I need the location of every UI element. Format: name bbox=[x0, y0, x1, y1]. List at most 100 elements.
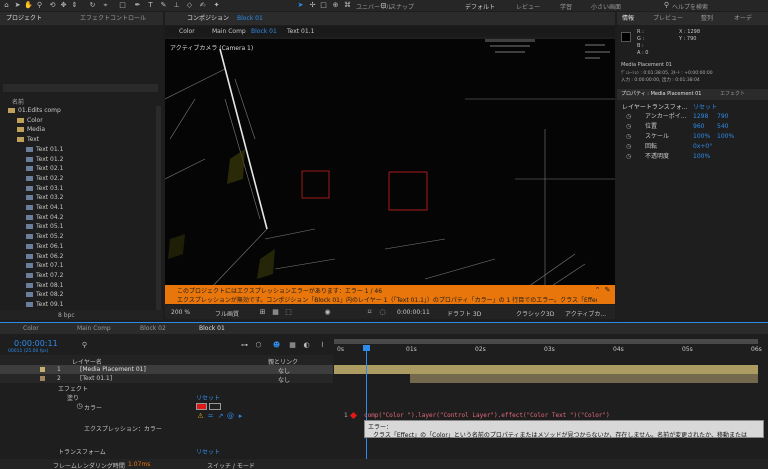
project-item[interactable]: Text 02.1 bbox=[0, 164, 155, 174]
show-snapshot-icon[interactable]: ◌ bbox=[378, 308, 387, 317]
brush-tool-icon[interactable]: ✎ bbox=[159, 1, 168, 10]
tab-info[interactable]: 情報 bbox=[622, 12, 634, 25]
workspace-learn[interactable]: 学習 bbox=[560, 2, 572, 11]
clone-stamp-icon[interactable]: ⊥ bbox=[172, 1, 181, 10]
property-value-1[interactable]: 100% bbox=[693, 132, 710, 142]
property-value-1[interactable]: 1298 bbox=[693, 112, 708, 122]
snapshot-icon[interactable]: ⌑ bbox=[365, 308, 374, 317]
renderer-dropdown[interactable]: クラシック3D bbox=[516, 309, 554, 318]
track-2[interactable] bbox=[410, 374, 758, 383]
project-item[interactable]: Text 01.2 bbox=[0, 155, 155, 165]
stopwatch-icon[interactable]: ◷ bbox=[626, 132, 631, 142]
property-row[interactable]: ◷ アンカーポイ... 1298 790 bbox=[617, 112, 768, 122]
rectangle-tool-icon[interactable]: □ bbox=[118, 1, 127, 10]
tab-project[interactable]: プロジェクト bbox=[6, 12, 42, 25]
track-1[interactable] bbox=[334, 365, 758, 374]
move-tool-icon[interactable]: ✥ bbox=[59, 1, 68, 10]
project-item[interactable]: Color bbox=[0, 116, 155, 126]
playhead-handle[interactable] bbox=[363, 345, 370, 351]
project-search-input[interactable] bbox=[3, 84, 158, 92]
frame-blend-icon[interactable]: ▦ bbox=[288, 341, 297, 350]
snap-checkbox[interactable] bbox=[381, 3, 386, 8]
project-item[interactable]: Text 04.2 bbox=[0, 213, 155, 223]
layer-2-parent[interactable]: なし bbox=[278, 375, 290, 384]
tab-preview[interactable]: プレビュー bbox=[653, 12, 683, 25]
property-value-2[interactable]: 540 bbox=[717, 122, 728, 132]
tl-reset1[interactable]: リセット bbox=[196, 393, 220, 402]
tab-effects[interactable]: エフェクト bbox=[720, 89, 745, 101]
stopwatch-icon[interactable]: ◷ bbox=[626, 152, 631, 162]
tab-properties[interactable]: プロパティ : Media Placement 01 bbox=[621, 89, 702, 101]
layer-row-1[interactable]: 1 [Media Placement 01] なし bbox=[0, 365, 333, 375]
expression-pickwhip-icon[interactable]: @ bbox=[226, 412, 235, 421]
workspace-small[interactable]: 小さい画面 bbox=[591, 2, 621, 11]
property-value-2[interactable]: 790 bbox=[717, 112, 728, 122]
time-ruler[interactable]: 0s 01s 02s 03s 04s 05s 06s bbox=[334, 337, 762, 365]
orbit-tool-icon[interactable]: ⟲ bbox=[48, 1, 57, 10]
eraser-tool-icon[interactable]: ◇ bbox=[185, 1, 194, 10]
stopwatch-icon[interactable]: ◷ bbox=[626, 122, 631, 132]
timeline-tab-color[interactable]: Color bbox=[23, 323, 39, 335]
motion-blur-icon[interactable]: ◐ bbox=[302, 341, 311, 350]
error-banner[interactable]: このプロジェクトにはエクスプレッションエラーがあります：エラー 1 / 46 エ… bbox=[165, 285, 615, 304]
pan-behind-icon[interactable]: ⌖ bbox=[101, 1, 110, 10]
hand-tool-icon[interactable]: ✋ bbox=[24, 1, 33, 10]
expression-text[interactable]: comp("Color ").layer("Control Layer").ef… bbox=[364, 412, 610, 419]
channel-icon[interactable]: ◉ bbox=[323, 308, 332, 317]
property-row[interactable]: ◷ 位置 960 540 bbox=[617, 122, 768, 132]
region-icon[interactable]: ⊞ bbox=[258, 308, 267, 317]
project-item[interactable]: Text 08.2 bbox=[0, 290, 155, 300]
project-item[interactable]: Text 03.1 bbox=[0, 184, 155, 194]
timeline-tab-block01[interactable]: Block 01 bbox=[199, 323, 225, 335]
camera-view-dropdown[interactable]: アクティブカ... bbox=[565, 309, 606, 318]
error-banner-goto-icon[interactable]: ✎ bbox=[603, 286, 612, 295]
error-banner-collapse-icon[interactable]: ⌃ bbox=[593, 286, 602, 295]
project-item[interactable]: Text 07.2 bbox=[0, 271, 155, 281]
project-item[interactable]: Text 06.2 bbox=[0, 252, 155, 262]
timeline-tab-block02[interactable]: Block 02 bbox=[140, 323, 166, 335]
props-reset[interactable]: リセット bbox=[693, 102, 717, 111]
property-value-2[interactable]: 100% bbox=[717, 132, 734, 142]
transparency-icon[interactable]: ▦ bbox=[271, 308, 280, 317]
axis-move-icon[interactable]: ✢ bbox=[308, 1, 317, 10]
project-item[interactable]: Text 04.1 bbox=[0, 203, 155, 213]
help-search-input[interactable]: ヘルプを検索 bbox=[672, 2, 708, 11]
project-item[interactable]: Text 02.2 bbox=[0, 174, 155, 184]
work-area-bar[interactable] bbox=[334, 339, 758, 344]
comp-flowchart-icon[interactable]: ⊶ bbox=[240, 341, 249, 350]
universal-label[interactable]: ユニバーサル bbox=[356, 2, 392, 11]
expression-graph-icon[interactable]: ↗ bbox=[216, 412, 225, 421]
footer-switch[interactable]: スイッチ / モード bbox=[207, 461, 255, 469]
breadcrumb-text011[interactable]: Text 01.1 bbox=[287, 28, 314, 35]
workspace-review[interactable]: レビュー bbox=[516, 2, 540, 11]
dolly-tool-icon[interactable]: ⇕ bbox=[70, 1, 79, 10]
project-item[interactable]: Text 08.1 bbox=[0, 281, 155, 291]
timeline-timecode[interactable]: 0:00:00:11 bbox=[14, 339, 58, 348]
project-item[interactable]: Text 07.1 bbox=[0, 261, 155, 271]
project-item[interactable]: Text 03.2 bbox=[0, 193, 155, 203]
draft-3d-toggle[interactable]: ドラフト 3D bbox=[447, 309, 481, 318]
workspace-default[interactable]: デフォルト bbox=[465, 2, 495, 11]
tab-audio[interactable]: オーデ bbox=[734, 12, 752, 25]
rotate-tool-icon[interactable]: ↻ bbox=[88, 1, 97, 10]
quality-dropdown[interactable]: フル画質 bbox=[215, 309, 239, 318]
eyedropper-button[interactable] bbox=[209, 403, 221, 410]
property-value-1[interactable]: 100% bbox=[693, 152, 710, 162]
stopwatch-icon[interactable]: ◷ bbox=[626, 112, 631, 122]
property-row[interactable]: ◷ 回転 0x+0° bbox=[617, 142, 768, 152]
property-value-1[interactable]: 960 bbox=[693, 122, 704, 132]
pointer-icon[interactable]: ➤ bbox=[296, 1, 305, 10]
bpc-label[interactable]: 8 bpc bbox=[58, 312, 75, 319]
project-scrollbar[interactable] bbox=[156, 106, 161, 318]
project-item[interactable]: Text 01.1 bbox=[0, 145, 155, 155]
comp-viewer[interactable]: アクティブカメラ (Camera 1) bbox=[165, 39, 615, 297]
home-icon[interactable]: ⌂ bbox=[2, 1, 11, 10]
property-row[interactable]: ◷ 不透明度 100% bbox=[617, 152, 768, 162]
project-item[interactable]: Text 06.1 bbox=[0, 242, 155, 252]
expression-enable-icon[interactable]: = bbox=[206, 412, 215, 421]
comp-timecode[interactable]: 0:00:00:11 bbox=[397, 309, 430, 316]
property-value-1[interactable]: 0x+0° bbox=[693, 142, 712, 152]
tab-align[interactable]: 整列 bbox=[701, 12, 713, 25]
stopwatch-icon[interactable]: ◷ bbox=[75, 402, 84, 411]
timeline-tab-main-comp[interactable]: Main Comp bbox=[77, 323, 111, 335]
